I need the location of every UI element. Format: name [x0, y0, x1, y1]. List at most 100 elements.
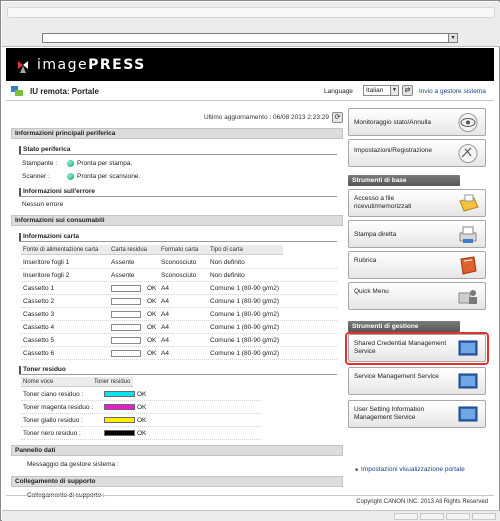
table-row: Cassetto 3 OK A4 Comune 1 (80-90 g/m2) — [21, 308, 337, 321]
language-label: Language — [324, 88, 353, 95]
paper-remaining: OK — [147, 337, 157, 344]
button-label: Accesso a file ricevuti/memorizzati — [354, 195, 412, 210]
paper-size: A4 — [161, 350, 169, 357]
button-label: Monitoraggio stato/Annulla — [354, 119, 431, 126]
admin-contact-link[interactable]: Invio a gestore sistema — [419, 88, 486, 95]
status-cell — [420, 513, 444, 520]
paper-size: A4 — [161, 311, 169, 318]
quick-menu-icon — [458, 290, 477, 304]
scanner-label: Scanner : — [22, 173, 50, 180]
language-select[interactable]: Italian ▼ — [363, 85, 399, 96]
consumables-header: Informazioni sui consumabili — [11, 215, 343, 226]
paper-source: Cassetto 4 — [23, 324, 55, 331]
address-dropdown-button[interactable]: ▾ — [448, 33, 458, 43]
page-title: IU remota: Portale — [30, 87, 99, 96]
paper-level-bar — [111, 298, 141, 305]
paper-level-bar — [111, 337, 141, 344]
remote-ui-icon — [11, 86, 23, 96]
browser-status-bar — [2, 510, 500, 521]
address-book-button[interactable]: Rubrica — [348, 251, 486, 279]
refresh-button[interactable]: ⟳ — [332, 112, 343, 123]
table-row: Inseritore fogli 1 Assente Sconosciuto N… — [21, 256, 337, 269]
paper-size: A4 — [161, 324, 169, 331]
paper-source: Cassetto 2 — [23, 298, 55, 305]
column-header: Nome voce — [23, 379, 54, 385]
toner-name: Toner nero residuo : — [23, 430, 81, 437]
paper-level-bar — [111, 324, 141, 331]
last-update-row: Ultimo aggiornamento : 06/08 2013 2:23:2… — [11, 112, 343, 124]
table-row: Cassetto 6 OK A4 Comune 1 (80-90 g/m2) — [21, 347, 337, 360]
last-update-text: Ultimo aggiornamento : 06/08 2013 2:23:2… — [203, 114, 329, 121]
shared-credential-button[interactable]: Shared Credential Management Service — [348, 334, 486, 362]
user-setting-management-button[interactable]: User Setting Information Management Serv… — [348, 400, 486, 428]
browser-toolbar: ▾ — [2, 2, 500, 47]
printer-icon — [459, 226, 477, 243]
monitor-icon — [458, 406, 478, 422]
button-label: User Setting Information Management Serv… — [354, 406, 425, 421]
data-panel-header: Pannello dati — [11, 445, 343, 456]
chevron-down-icon: ▼ — [390, 86, 398, 95]
button-label: Impostazioni/Registrazione — [354, 147, 433, 154]
column-header: Carta residua — [111, 247, 148, 253]
toner-level-bar — [104, 391, 135, 397]
printer-status: Pronta per stampa. — [77, 160, 133, 167]
paper-source: Cassetto 5 — [23, 337, 55, 344]
button-label: Stampa diretta — [354, 231, 397, 238]
bullet-icon: ■ — [355, 467, 359, 473]
scanner-status-icon — [67, 173, 74, 180]
paper-size: Sconosciuto — [161, 272, 197, 279]
support-link-header: Collegamento di supporto — [11, 476, 343, 487]
service-management-button[interactable]: Service Management Service — [348, 367, 486, 395]
address-book-icon — [460, 256, 477, 275]
paper-level-bar — [111, 285, 141, 292]
apply-language-button[interactable]: ⇄ — [402, 85, 413, 96]
basic-tools-header: Strumenti di base — [348, 175, 460, 186]
paper-size: A4 — [161, 298, 169, 305]
eye-icon — [458, 113, 478, 132]
toner-table-header: Nome voce Toner residuo — [21, 377, 133, 387]
table-row: Toner nero residuo : OK — [21, 427, 261, 440]
admin-message-label: Messaggio da gestore sistema : — [27, 461, 119, 468]
table-row: Cassetto 5 OK A4 Comune 1 (80-90 g/m2) — [21, 334, 337, 347]
table-row: Toner magenta residuo : OK — [21, 401, 261, 414]
toner-name: Toner giallo residuo : — [23, 417, 83, 424]
paper-table-header: Fonte di alimentazione carta Carta resid… — [21, 245, 283, 255]
toner-level-bar — [104, 417, 135, 423]
column-header: Tipo di carta — [210, 247, 243, 253]
table-row: Cassetto 4 OK A4 Comune 1 (80-90 g/m2) — [21, 321, 337, 334]
folder-icon — [459, 194, 479, 212]
brand-banner: imagePRESS — [6, 48, 494, 81]
button-label: Rubrica — [354, 257, 377, 264]
browser-window: ▾ imagePRESS IU remota: Portale Language… — [0, 0, 500, 521]
button-label: Shared Credential Management Service — [354, 340, 447, 355]
paper-type: Comune 1 (80-90 g/m2) — [210, 350, 280, 357]
monitor-icon — [458, 340, 478, 356]
paper-type: Non definito — [210, 259, 245, 266]
settings-registration-button[interactable]: Impostazioni/Registrazione — [348, 139, 486, 167]
monitor-icon — [458, 373, 478, 389]
main-info-column: Ultimo aggiornamento : 06/08 2013 2:23:2… — [11, 103, 343, 515]
portal-display-settings-link[interactable]: ■ Impostazioni visualizzazione portale — [355, 466, 465, 473]
toner-name: Toner ciano residuo : — [23, 391, 84, 398]
paper-remaining: Assente — [111, 272, 135, 279]
toner-status: OK — [137, 430, 147, 437]
paper-type: Comune 1 (80-90 g/m2) — [210, 311, 280, 318]
brand-logo-icon — [18, 61, 28, 73]
direct-print-button[interactable]: Stampa diretta — [348, 220, 486, 248]
toner-status: OK — [137, 417, 147, 424]
stored-files-button[interactable]: Accesso a file ricevuti/memorizzati — [348, 189, 486, 217]
table-row: Cassetto 1 OK A4 Comune 1 (80-90 g/m2) — [21, 282, 337, 295]
status-monitor-button[interactable]: Monitoraggio stato/Annulla — [348, 108, 486, 136]
error-info-subheader: Informazioni sull'errore — [19, 187, 337, 197]
paper-source: Inseritore fogli 2 — [23, 272, 70, 279]
device-status-subheader: Stato periferica — [19, 145, 337, 155]
column-header: Fonte di alimentazione carta — [23, 247, 99, 253]
toner-status: OK — [137, 404, 147, 411]
page-footer: Copyright CANON INC. 2013 All Rights Res… — [6, 495, 494, 507]
page-content: imagePRESS IU remota: Portale Language I… — [6, 48, 494, 515]
settings-icon — [458, 144, 478, 163]
address-bar[interactable]: ▾ — [42, 33, 458, 43]
paper-remaining: Assente — [111, 259, 135, 266]
paper-level-bar — [111, 350, 141, 357]
quick-menu-button[interactable]: Quick Menu — [348, 282, 486, 310]
